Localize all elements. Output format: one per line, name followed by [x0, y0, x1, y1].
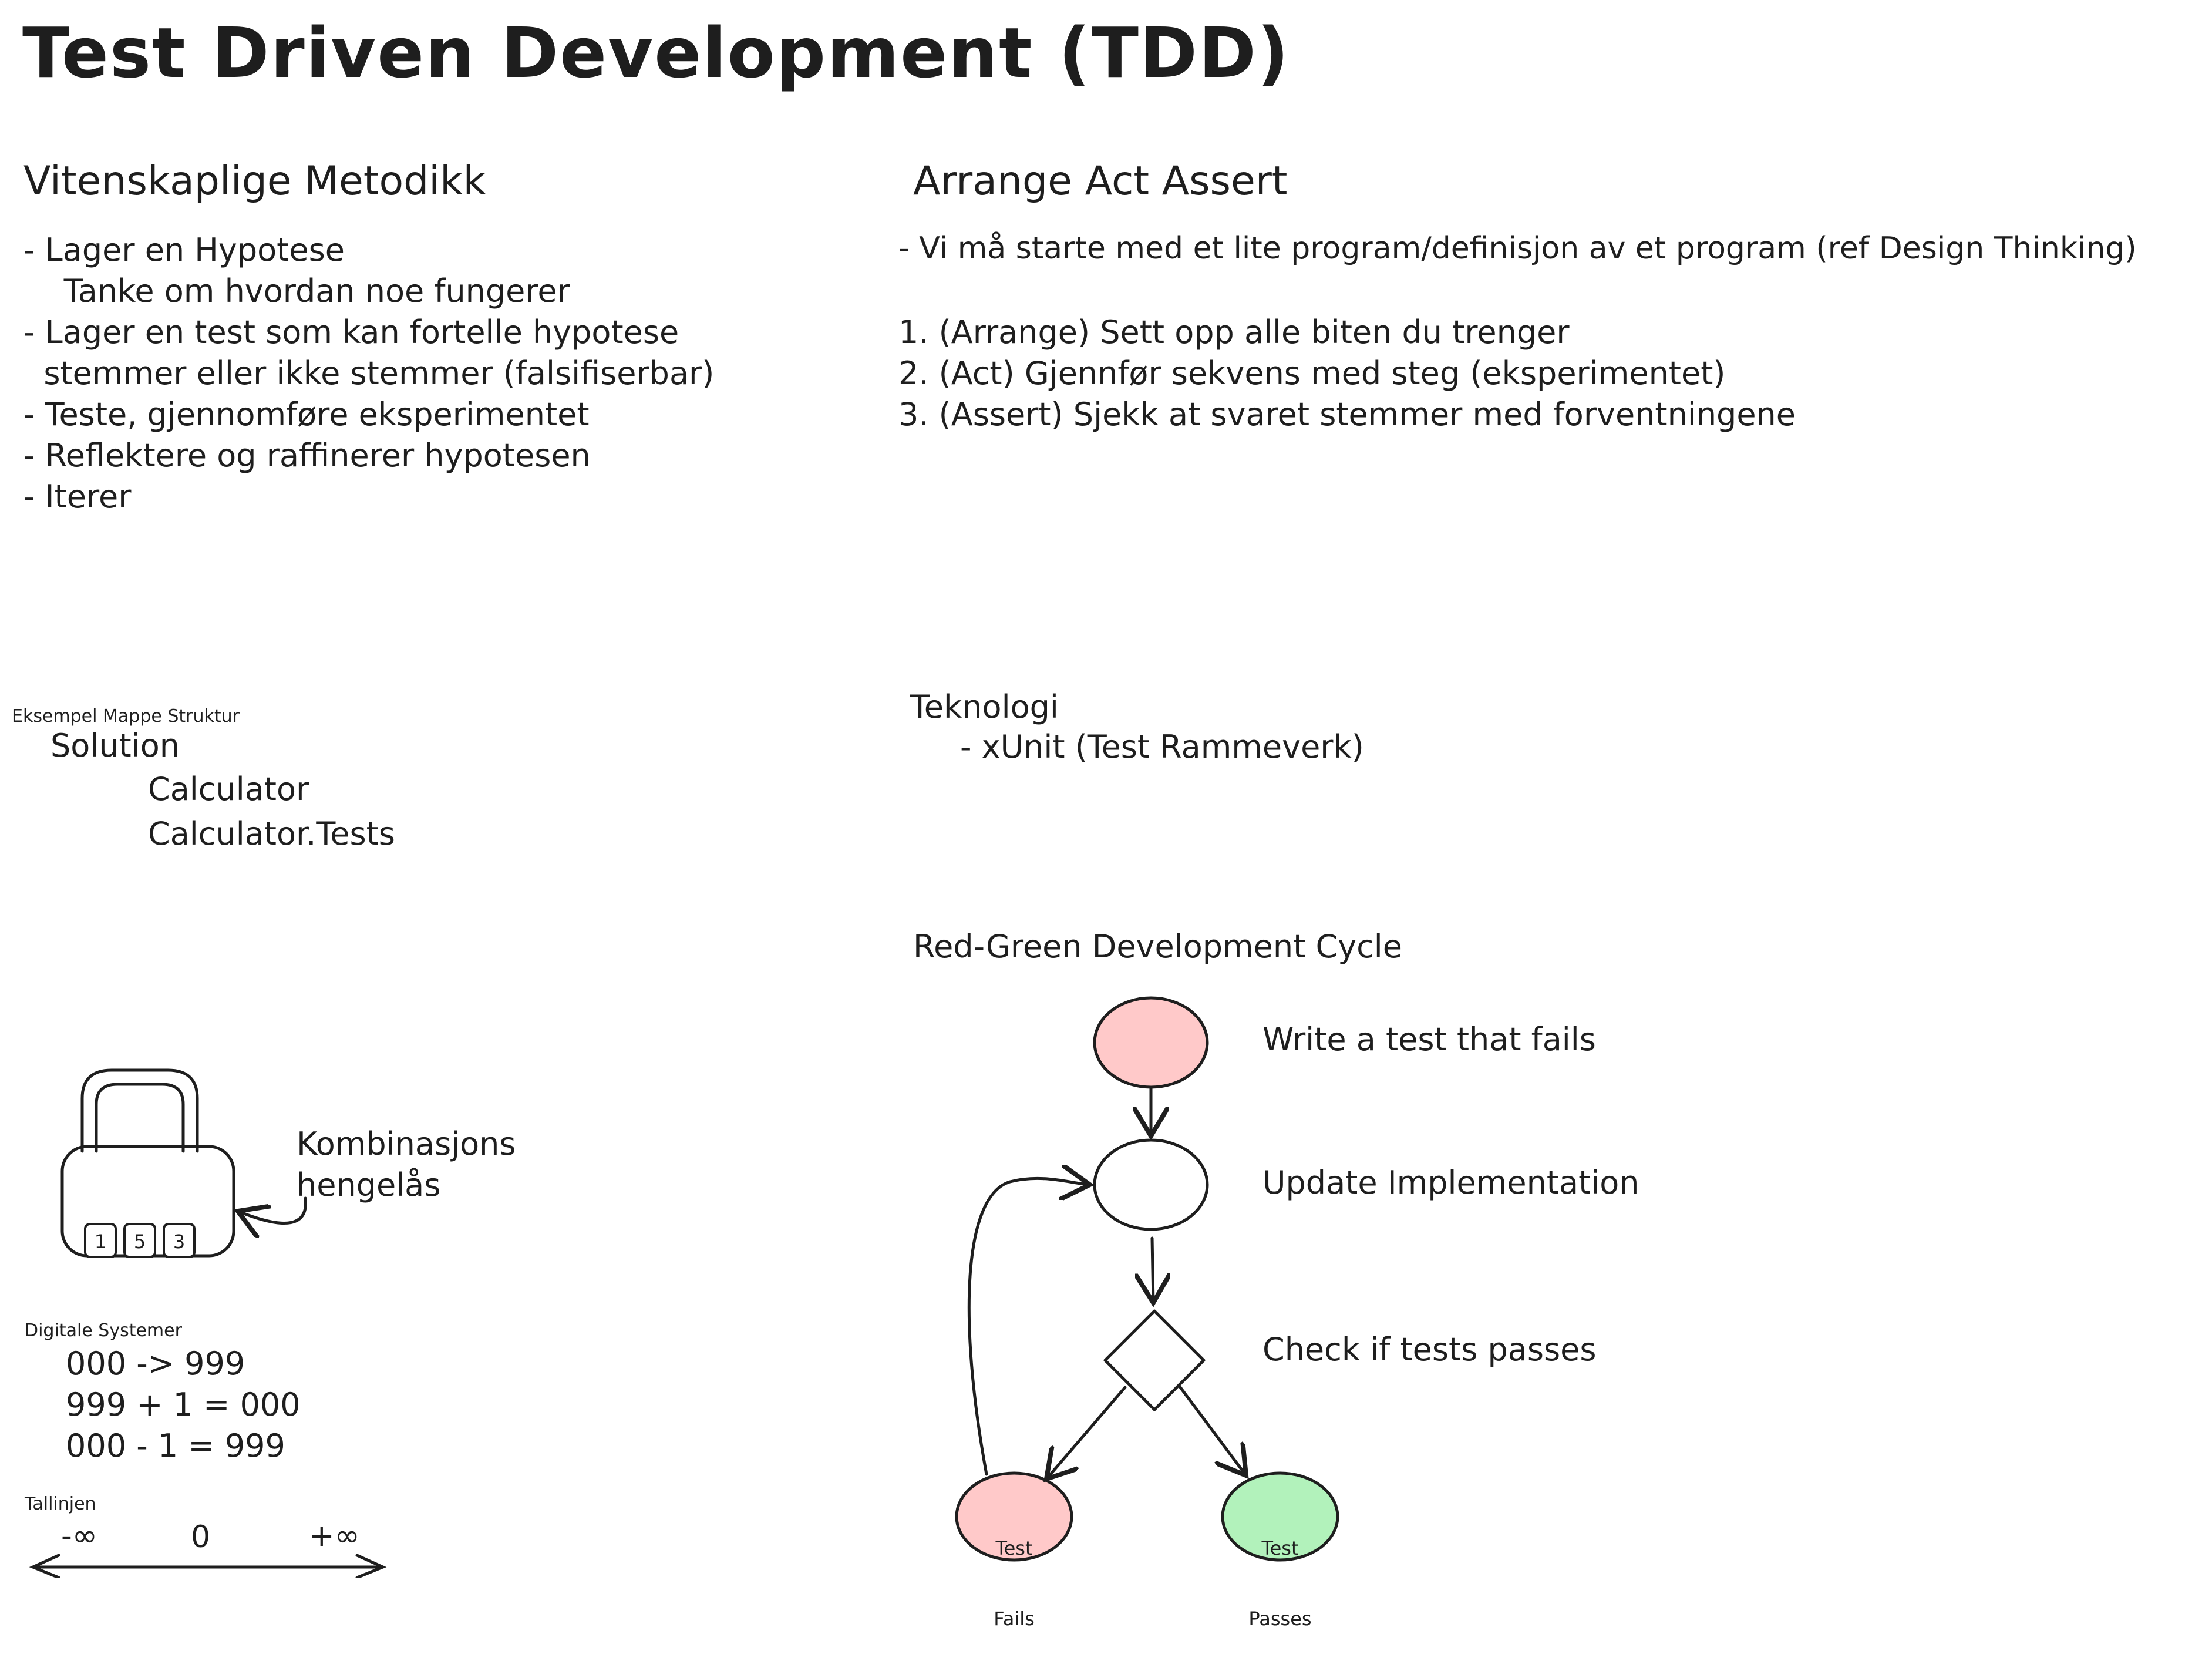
padlock-label-line: hengelås — [297, 1166, 441, 1203]
digital-systems-label: Digitale Systemer — [25, 1320, 182, 1341]
number-line — [29, 1554, 387, 1578]
padlock-digit: 5 — [134, 1231, 146, 1253]
arrow-fails-to-update — [967, 1178, 1090, 1476]
diagram-canvas: 1 5 3 — [29, 996, 1339, 1578]
number-line-tick-zero: 0 — [191, 1519, 211, 1555]
test-passes-label-line: Passes — [1248, 1608, 1312, 1630]
arrow-check-to-passes — [1179, 1386, 1246, 1475]
number-line-label: Tallinjen — [25, 1494, 96, 1514]
digital-systems-line: 999 + 1 = 000 — [66, 1386, 301, 1423]
test-fails-label-line: Fails — [994, 1608, 1035, 1630]
padlock-pointer-arrow — [238, 1196, 307, 1223]
test-fails-label-line: Test — [995, 1537, 1033, 1559]
arrow-check-to-fails — [1046, 1386, 1127, 1479]
padlock-digit: 3 — [173, 1231, 185, 1253]
digital-systems-line: 000 -> 999 — [66, 1345, 245, 1382]
number-line-tick-minus-infinity: -∞ — [61, 1518, 98, 1554]
number-line-tick-plus-infinity: +∞ — [309, 1518, 360, 1554]
write-test-node — [1093, 996, 1209, 1089]
digital-systems-line: 000 - 1 = 999 — [66, 1427, 285, 1464]
test-passes-label-line: Test — [1261, 1537, 1299, 1559]
test-passes-label: Test Passes — [1221, 1490, 1339, 1654]
padlock-digit: 1 — [95, 1231, 106, 1253]
arrow-update-to-check — [1152, 1236, 1153, 1303]
padlock-label-line: Kombinasjons — [297, 1125, 516, 1162]
update-implementation-node — [1093, 1138, 1209, 1231]
test-fails-label: Test Fails — [955, 1490, 1073, 1654]
